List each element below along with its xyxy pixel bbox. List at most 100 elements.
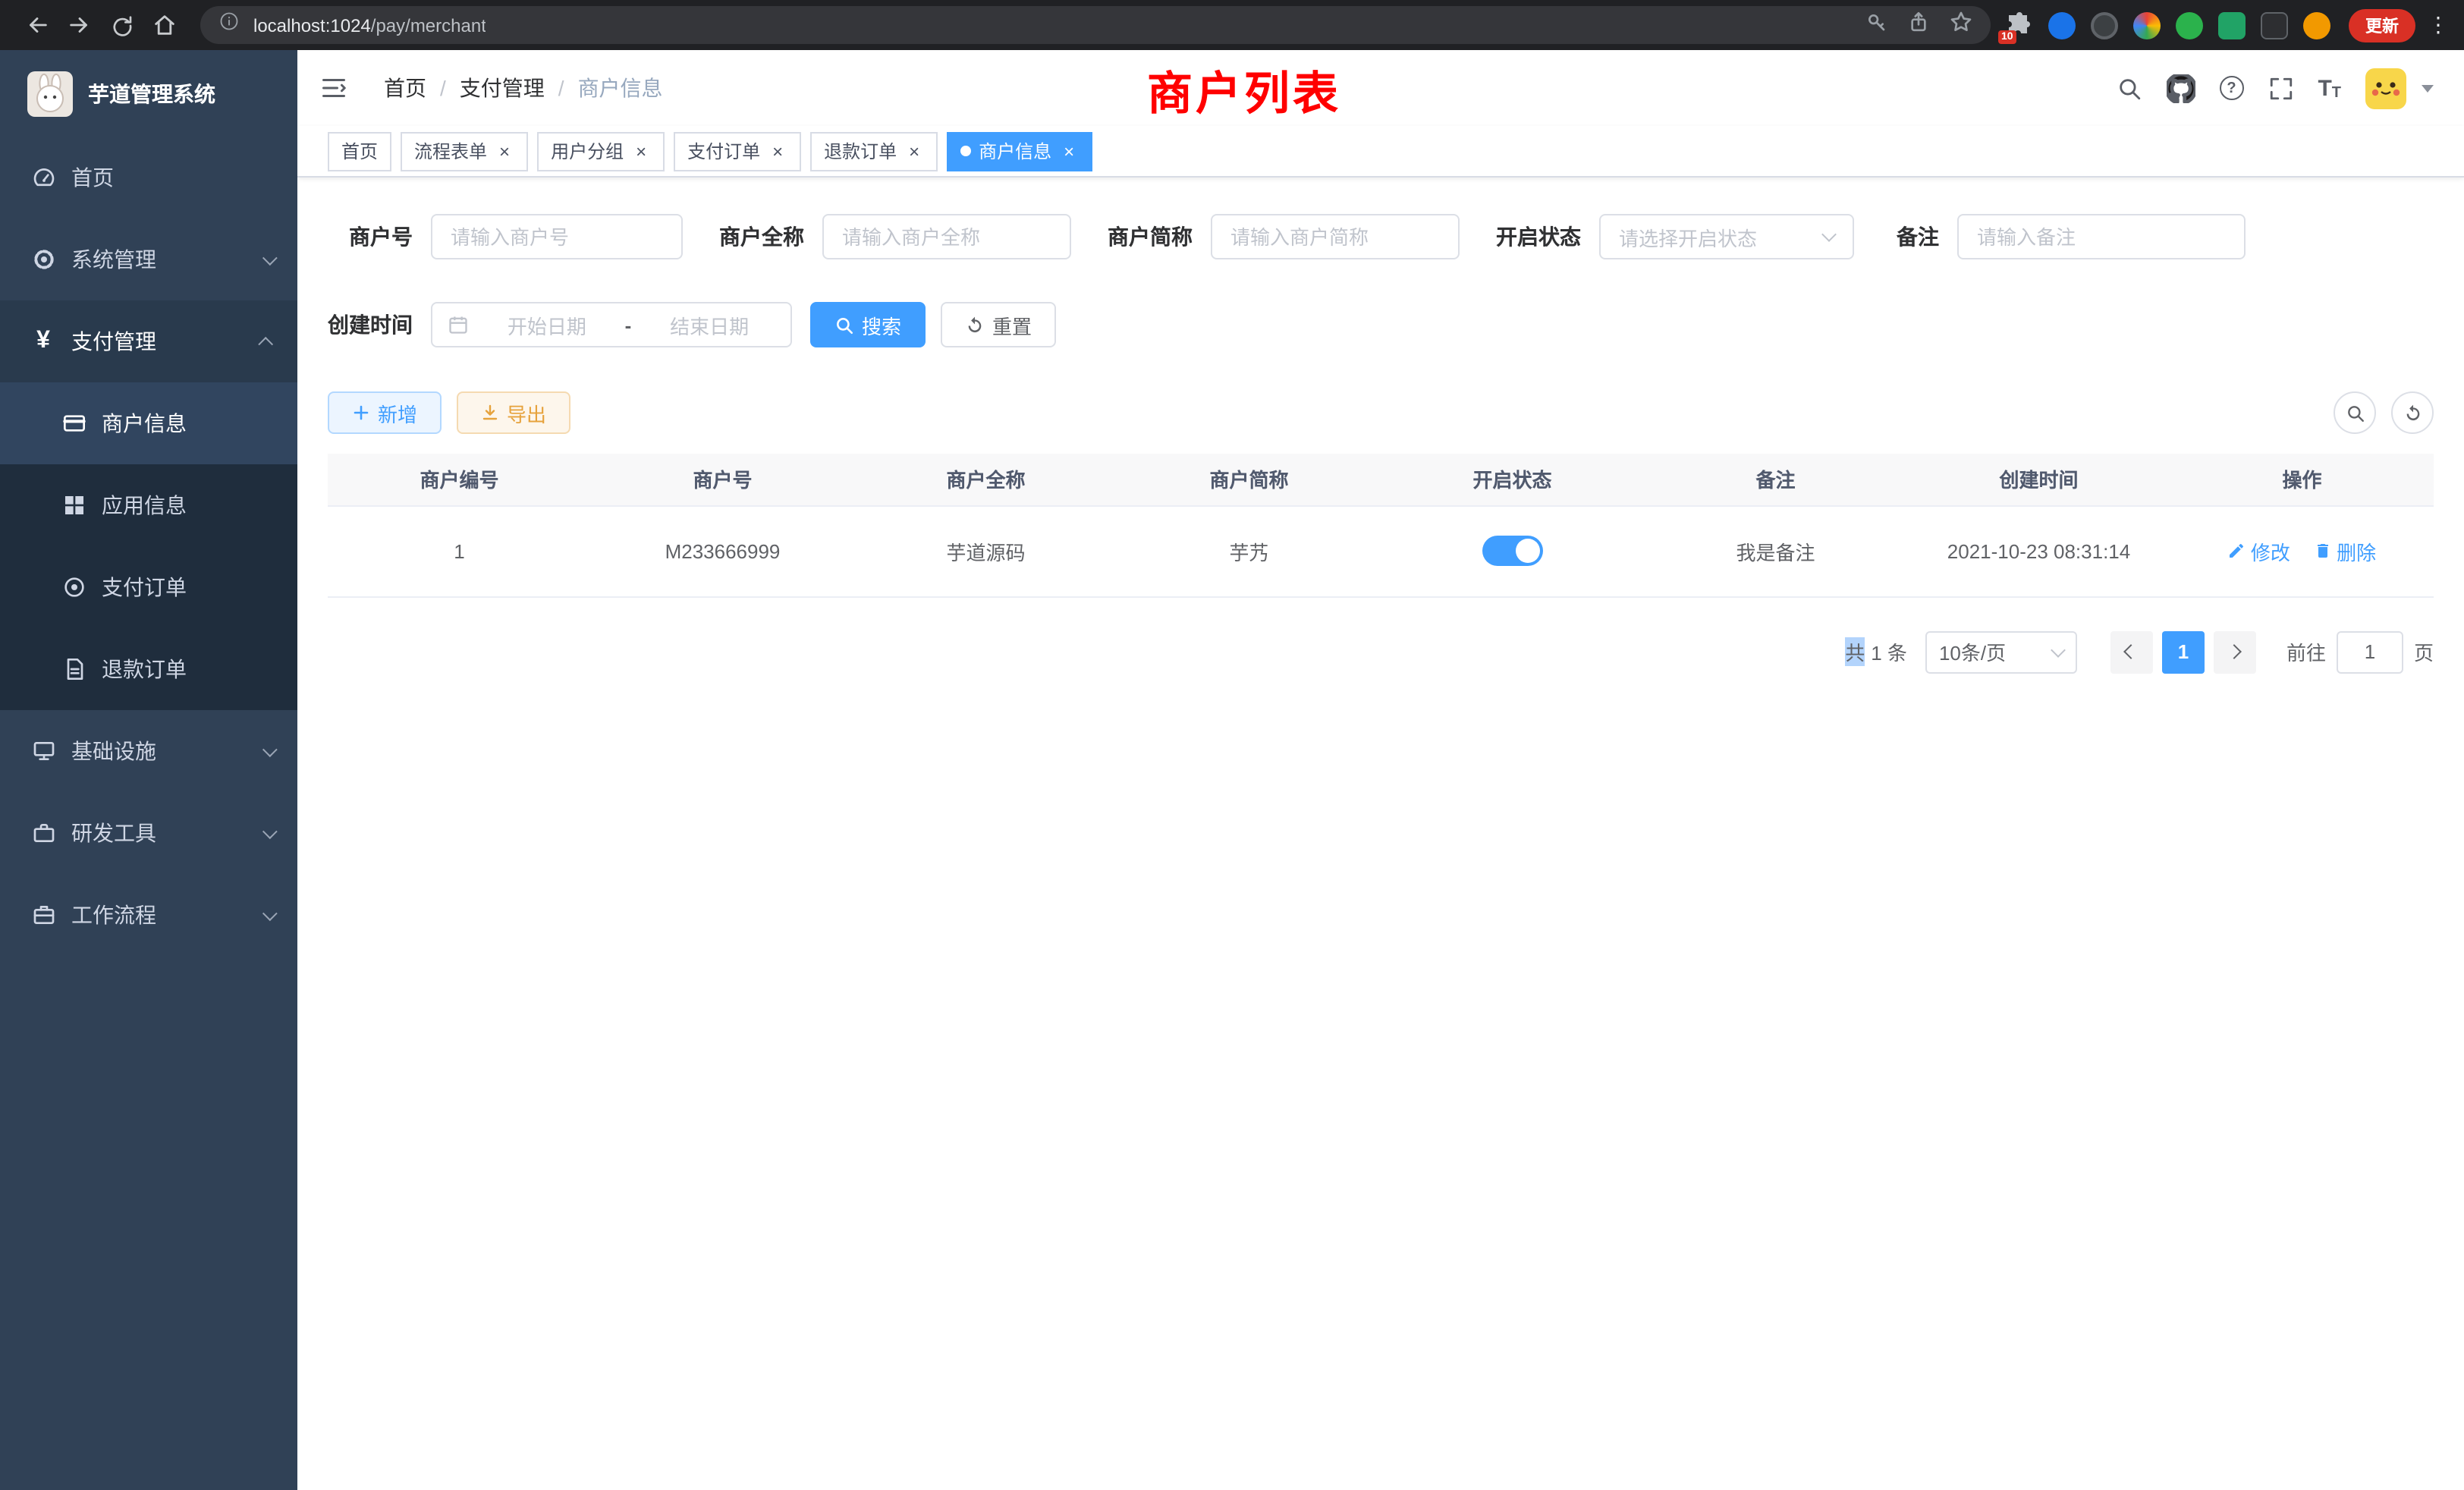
page-size-select[interactable]: 10条/页 [1925, 630, 2077, 673]
page-info-icon[interactable] [218, 11, 240, 39]
reset-button[interactable]: 重置 [941, 302, 1056, 347]
close-icon[interactable] [904, 141, 924, 161]
forward-icon[interactable] [58, 4, 100, 46]
remark-input[interactable] [1957, 214, 2246, 259]
page-unit-label: 页 [2414, 637, 2434, 666]
font-size-icon[interactable] [2318, 75, 2341, 101]
help-icon[interactable] [2219, 76, 2243, 100]
toolbar-right [2334, 391, 2434, 434]
extension-pin-icon[interactable] [2261, 11, 2288, 39]
tab-label: 首页 [341, 138, 378, 164]
refresh-icon[interactable] [2391, 391, 2434, 434]
extension-dark-icon[interactable] [2091, 11, 2118, 39]
fullscreen-icon[interactable] [2268, 75, 2293, 101]
share-icon[interactable] [1907, 10, 1930, 40]
cell-merchant-no: M233666999 [591, 505, 854, 596]
status-toggle[interactable] [1482, 536, 1543, 566]
caret-down-icon[interactable] [2422, 84, 2434, 92]
edit-link[interactable]: 修改 [2228, 536, 2290, 565]
cell-short-name: 芋艿 [1117, 505, 1381, 596]
reload-icon[interactable] [100, 4, 143, 46]
add-button[interactable]: 新增 [328, 391, 442, 434]
tab-refund-order[interactable]: 退款订单 [810, 131, 938, 171]
browser-menu-icon[interactable] [2428, 11, 2449, 39]
export-button[interactable]: 导出 [457, 391, 570, 434]
filter-label: 商户简称 [1089, 222, 1211, 252]
app-title: 芋道管理系统 [88, 78, 215, 108]
filter-label: 商户号 [328, 222, 431, 252]
user-avatar[interactable] [2365, 68, 2406, 108]
tab-user-group[interactable]: 用户分组 [537, 131, 665, 171]
close-icon[interactable] [1059, 141, 1079, 161]
navbar-actions [2116, 68, 2434, 108]
search-button[interactable]: 搜索 [810, 302, 926, 347]
prev-page-button[interactable] [2110, 630, 2153, 673]
extension-puzzle-icon[interactable]: 10 [2006, 11, 2033, 39]
sidebar-item-system[interactable]: 系统管理 [0, 218, 297, 300]
sidebar-item-label: 支付管理 [71, 326, 156, 357]
url-bar[interactable]: localhost:1024/pay/merchant [200, 6, 1991, 44]
toggle-knob [1516, 539, 1540, 563]
app-logo: 芋道管理系统 [0, 50, 297, 137]
extension-green-circle-icon[interactable] [2176, 11, 2203, 39]
col-header-actions: 操作 [2170, 454, 2434, 505]
close-icon[interactable] [495, 141, 514, 161]
sidebar-item-label: 首页 [71, 162, 114, 193]
next-page-button[interactable] [2214, 630, 2256, 673]
extension-badge: 10 [1998, 30, 2016, 43]
sidebar-item-payment[interactable]: 支付管理 [0, 300, 297, 382]
document-icon [61, 656, 86, 682]
back-icon[interactable] [15, 4, 58, 46]
breadcrumb-home[interactable]: 首页 [384, 73, 426, 103]
sidebar-item-workflow[interactable]: 工作流程 [0, 874, 297, 956]
sidebar-item-pay-order[interactable]: 支付订单 [0, 546, 297, 628]
bookmark-star-icon[interactable] [1950, 10, 1972, 40]
sidebar-item-refund-order[interactable]: 退款订单 [0, 628, 297, 710]
tab-home[interactable]: 首页 [328, 131, 391, 171]
tab-merchant-info[interactable]: 商户信息 [947, 131, 1092, 171]
browser-update-button[interactable]: 更新 [2349, 8, 2415, 42]
date-separator: - [625, 313, 632, 336]
filter-row-2: 创建时间 开始日期 - 结束日期 搜索 重置 [328, 302, 2434, 347]
sidebar-item-home[interactable]: 首页 [0, 137, 297, 218]
chevron-up-icon [258, 336, 273, 351]
tags-view: 首页 流程表单 用户分组 支付订单 退款订单 商户信息 [297, 126, 2464, 178]
tab-process-form[interactable]: 流程表单 [401, 131, 528, 171]
github-icon[interactable] [2166, 74, 2195, 102]
search-icon[interactable] [2116, 75, 2142, 101]
hamburger-icon[interactable] [320, 74, 347, 102]
delete-link[interactable]: 删除 [2314, 536, 2376, 565]
close-icon[interactable] [768, 141, 787, 161]
close-icon[interactable] [631, 141, 651, 161]
extension-blue-icon[interactable] [2048, 11, 2076, 39]
date-range-picker[interactable]: 开始日期 - 结束日期 [431, 302, 792, 347]
status-select[interactable]: 请选择开启状态 [1599, 214, 1854, 259]
full-name-input[interactable] [822, 214, 1071, 259]
password-key-icon[interactable] [1865, 10, 1887, 40]
breadcrumb-current: 商户信息 [578, 73, 663, 103]
sidebar-item-app-info[interactable]: 应用信息 [0, 464, 297, 546]
date-end-placeholder: 结束日期 [643, 310, 775, 339]
sidebar-item-merchant-info[interactable]: 商户信息 [0, 382, 297, 464]
tab-pay-order[interactable]: 支付订单 [674, 131, 801, 171]
url-path: /pay/merchant [371, 14, 486, 36]
goto-label: 前往 [2286, 637, 2326, 666]
extension-green-square-icon[interactable] [2218, 11, 2246, 39]
cell-create-time: 2021-10-23 08:31:14 [1907, 505, 2170, 596]
breadcrumb-payment[interactable]: 支付管理 [460, 73, 545, 103]
chevron-left-icon [2124, 644, 2139, 659]
merchant-no-input[interactable] [431, 214, 683, 259]
sidebar-item-dev-tools[interactable]: 研发工具 [0, 792, 297, 874]
annotation-title: 商户列表 [1147, 56, 1341, 123]
page-1-button[interactable]: 1 [2162, 630, 2205, 673]
sidebar-item-infra[interactable]: 基础设施 [0, 710, 297, 792]
home-icon[interactable] [143, 4, 185, 46]
browser-chrome: localhost:1024/pay/merchant 10 更新 [0, 0, 2464, 50]
goto-page-input[interactable] [2337, 630, 2403, 673]
filter-label: 备注 [1872, 222, 1957, 252]
short-name-input[interactable] [1211, 214, 1460, 259]
logo-rabbit-icon [27, 71, 73, 116]
extension-avatar-icon[interactable] [2303, 11, 2330, 39]
hide-search-icon[interactable] [2334, 391, 2376, 434]
extension-multicolor-icon[interactable] [2133, 11, 2161, 39]
